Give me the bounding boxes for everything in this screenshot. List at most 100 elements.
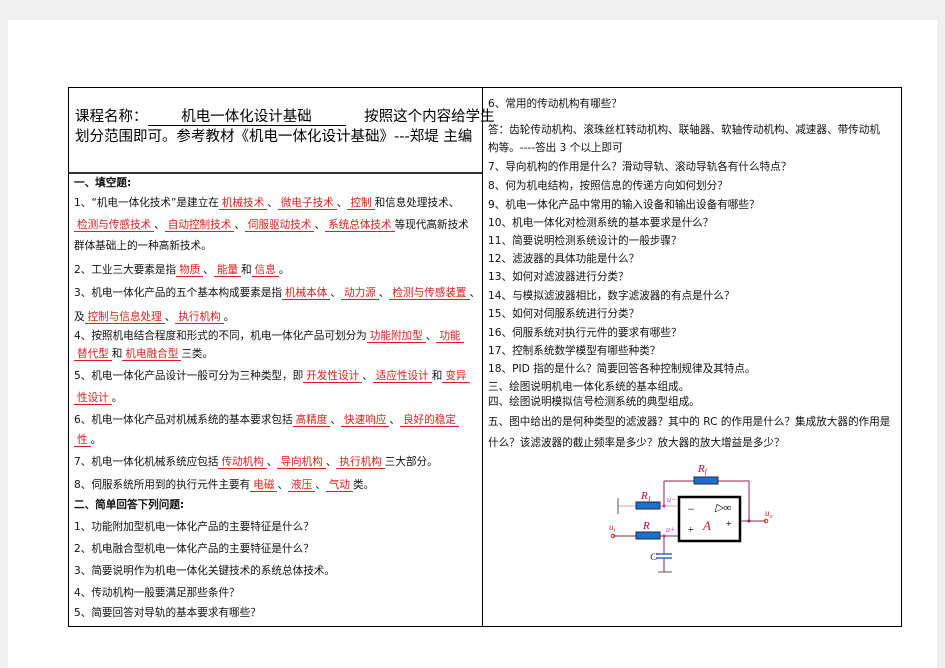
svg-text:−: − bbox=[687, 502, 695, 516]
question-text: 和信息处理技术、 bbox=[374, 197, 460, 209]
question-text: 、 bbox=[325, 456, 337, 468]
text-line: 2、工业三大要素是指 物质、能量和信息。 bbox=[74, 263, 289, 277]
svg-text:R1: R1 bbox=[640, 490, 651, 503]
question-text: 、 bbox=[164, 311, 176, 323]
question-text: 答：齿轮传动机构、滚珠丝杠转动机构、联轴器、软轴传动机构、减速器、带传动机 bbox=[488, 124, 880, 136]
answer-blank: 动力源 bbox=[341, 287, 379, 300]
question-text: 、 bbox=[378, 287, 390, 299]
answer-blank: 液压 bbox=[288, 479, 316, 492]
answer-blank: 检测与传感装置 bbox=[389, 287, 470, 300]
text-line: 18、PID 指的是什么？简要回答各种控制规律及其特点。 bbox=[488, 362, 756, 376]
answer-blank: 自动控制技术 bbox=[164, 219, 235, 232]
question-text: 五、图中给出的是何种类型的滤波器？其中的 RC 的作用是什么？集成放大器的作用是 bbox=[488, 416, 891, 428]
question-text: 类。 bbox=[353, 479, 375, 491]
question-text: 13、如何对滤波器进行分类？ bbox=[488, 271, 629, 283]
question-text: 等现代高新技术 bbox=[394, 219, 469, 231]
answer-blank: 伺服驱动技术 bbox=[244, 219, 315, 232]
question-text: 和 bbox=[431, 370, 443, 382]
question-text: 7、导向机构的作用是什么？滑动导轨、滚动导轨各有什么特点？ bbox=[488, 161, 792, 173]
svg-text:Rf: Rf bbox=[697, 463, 708, 476]
answer-blank: 变异 bbox=[442, 370, 470, 383]
text-line: 答：齿轮传动机构、滚珠丝杠转动机构、联轴器、软轴传动机构、减速器、带传动机 bbox=[488, 123, 880, 137]
answer-blank: 系统总体技术 bbox=[325, 219, 395, 232]
question-text: 3、机电一体化产品的五个基本构成要素是指 bbox=[74, 287, 283, 299]
svg-text:u+: u+ bbox=[666, 525, 675, 534]
resistor-rf bbox=[693, 476, 719, 485]
text-line: 12、滤波器的具体功能是什么？ bbox=[488, 252, 639, 266]
course-header-line2: 划分范围即可。参考教材《机电一体化设计基础》---郑堤 主编 bbox=[75, 129, 473, 145]
question-text: 及 bbox=[74, 311, 85, 323]
text-line: 14、与模拟滤波器相比，数字滤波器的有点是什么？ bbox=[488, 289, 735, 303]
text-line: 5、简要回答对导轨的基本要求有哪些？ bbox=[74, 606, 261, 620]
question-text: 三大部分。 bbox=[384, 456, 438, 468]
answer-blank: 高精度 bbox=[292, 414, 331, 427]
question-text: 、 bbox=[330, 414, 341, 426]
question-text: 3、简要说明作为机电一体化关键技术的系统总体技术。 bbox=[74, 565, 335, 577]
question-text: 、 bbox=[266, 456, 278, 468]
header-note: 按照这个内容给学生 bbox=[364, 109, 495, 125]
question-text: 14、与模拟滤波器相比，数字滤波器的有点是什么？ bbox=[488, 290, 735, 302]
question-text: 6、机电一体化产品对机械系统的基本要求包括 bbox=[74, 414, 293, 426]
text-line: 群体基础上的一种高新技术。 bbox=[74, 239, 212, 253]
text-line: 16、伺服系统对执行元件的要求有哪些？ bbox=[488, 326, 682, 340]
answer-blank: 机械技术 bbox=[218, 197, 268, 210]
svg-text:ui: ui bbox=[609, 522, 616, 534]
question-text: 构等。----答出 3 个以上即可 bbox=[488, 142, 623, 154]
answer-blank: 适应性设计 bbox=[372, 370, 432, 383]
question-text: 、 bbox=[362, 370, 373, 382]
text-line: 构等。----答出 3 个以上即可 bbox=[488, 141, 623, 155]
text-line: 性设计。 bbox=[74, 391, 122, 405]
question-text: 1、“机电一体化技术”是建立在 bbox=[74, 197, 219, 209]
worksheet-table: 课程名称： 机电一体化设计基础 按照这个内容给学生 划分范围即可。参考教材《机电一… bbox=[68, 87, 902, 627]
svg-text:+: + bbox=[687, 524, 694, 536]
question-text: 2、机电融合型机电一体化产品的主要特征是什么？ bbox=[74, 543, 314, 555]
resistor-r1 bbox=[635, 501, 661, 510]
question-text: 。 bbox=[223, 311, 235, 323]
question-text: 4、按照机电结合程度和形式的不同，机电一体化产品可划分为 bbox=[74, 330, 367, 342]
question-text: 、 bbox=[425, 330, 437, 342]
question-text: 9、机电一体化产品中常用的输入设备和输出设备有哪些？ bbox=[488, 199, 760, 211]
question-text: 2、工业三大要素是指 bbox=[74, 264, 177, 276]
answer-blank: 良好的稳定 bbox=[399, 414, 459, 427]
text-line: 一、填空题: bbox=[74, 176, 131, 190]
text-line: 4、传动机构一般要满足那些条件？ bbox=[74, 586, 240, 600]
svg-text:uo: uo bbox=[765, 508, 773, 520]
text-line: 二、简单回答下列问题: bbox=[74, 498, 184, 512]
question-text: 、 bbox=[314, 219, 326, 231]
answer-blank: 功能附加型 bbox=[366, 330, 426, 343]
text-line: 性。 bbox=[74, 433, 101, 447]
question-text: 16、伺服系统对执行元件的要求有哪些？ bbox=[488, 327, 682, 339]
resistor-r bbox=[635, 531, 661, 540]
answer-blank: 性设计 bbox=[74, 392, 112, 405]
svg-text:R: R bbox=[642, 520, 650, 532]
question-text: 4、传动机构一般要满足那些条件？ bbox=[74, 587, 240, 599]
text-line: 检测与传感技术、自动控制技术、伺服驱动技术、系统总体技术 等现代高新技术 bbox=[74, 218, 469, 232]
filter-circuit-diagram: Rf R1 R C u− u+ ui uo − + A ▷∞ + bbox=[609, 463, 773, 573]
text-line: 6、常用的传动机构有哪些？ bbox=[488, 97, 622, 111]
question-text: 。 bbox=[111, 392, 123, 404]
question-text: 7、机电一体化机械系统应包括 bbox=[74, 456, 219, 468]
course-label: 课程名称： bbox=[75, 109, 148, 125]
question-text: 10、机电一体化对检测系统的基本要求是什么？ bbox=[488, 217, 714, 229]
answer-blank: 电磁 bbox=[250, 479, 278, 492]
text-line: 13、如何对滤波器进行分类？ bbox=[488, 270, 629, 284]
answer-blank: 执行机构 bbox=[175, 311, 224, 324]
svg-text:+: + bbox=[725, 518, 732, 530]
question-text: 和 bbox=[111, 348, 123, 360]
answer-blank: 机械本体 bbox=[282, 287, 331, 300]
text-line: 6、机电一体化产品对机械系统的基本要求包括 高精度、快速响应、良好的稳定 bbox=[74, 413, 459, 427]
text-line: 3、机电一体化产品的五个基本构成要素是指 机械本体、动力源、检测与传感装置、 bbox=[74, 286, 480, 300]
answer-blank: 能量 bbox=[213, 264, 242, 277]
question-text: 1、功能附加型机电一体化产品的主要特征是什么？ bbox=[74, 521, 314, 533]
text-line: 替代型和机电融合型 三类。 bbox=[74, 347, 213, 361]
question-text: 18、PID 指的是什么？简要回答各种控制规律及其特点。 bbox=[488, 363, 756, 375]
answer-blank: 信息 bbox=[251, 264, 279, 277]
text-line: 3、简要说明作为机电一体化关键技术的系统总体技术。 bbox=[74, 564, 335, 578]
svg-text:A: A bbox=[702, 518, 711, 533]
answer-blank: 导向机构 bbox=[277, 456, 326, 469]
question-text: 5、简要回答对导轨的基本要求有哪些？ bbox=[74, 607, 261, 619]
answer-blank: 控制 bbox=[347, 197, 375, 210]
text-line: 7、机电一体化机械系统应包括 传动机构、导向机构、执行机构 三大部分。 bbox=[74, 455, 438, 469]
text-line: 8、伺服系统所用到的执行元件主要有 电磁、液压、气动 类。 bbox=[74, 478, 374, 492]
answer-blank: 性 bbox=[74, 434, 91, 447]
